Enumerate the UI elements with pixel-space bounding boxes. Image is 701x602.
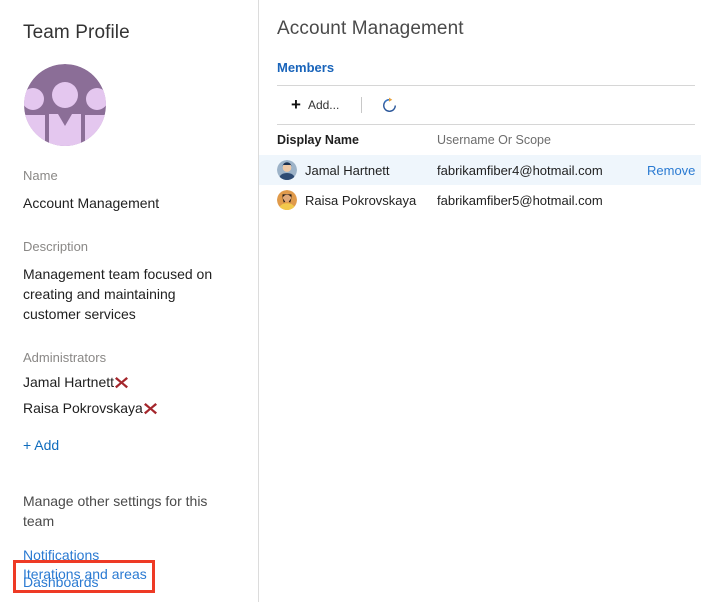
manage-settings-text: Manage other settings for this team	[23, 493, 208, 529]
cell-display-name: Raisa Pokrovskaya	[277, 190, 437, 210]
remove-member-link[interactable]: Remove	[647, 163, 701, 178]
members-toolbar: + Add...	[277, 86, 695, 124]
add-administrator-link[interactable]: + Add	[23, 437, 59, 453]
administrator-name: Jamal Hartnett	[23, 374, 115, 390]
sidebar-item-notifications[interactable]: Notifications	[23, 547, 99, 564]
remove-x-icon[interactable]	[114, 375, 129, 390]
cell-username: fabrikamfiber5@hotmail.com	[437, 192, 603, 208]
column-header-username-or-scope: Username Or Scope	[437, 133, 551, 147]
column-header-display-name: Display Name	[277, 133, 359, 147]
administrator-name: Raisa Pokrovskaya	[23, 400, 143, 416]
description-label: Description	[23, 239, 89, 254]
administrators-label: Administrators	[23, 350, 107, 365]
team-avatar-icon	[24, 64, 106, 146]
tab-members[interactable]: Members	[277, 60, 334, 77]
user-avatar-icon	[277, 160, 297, 180]
add-member-button[interactable]: + Add...	[289, 94, 345, 116]
cell-username: fabrikamfiber4@hotmail.com	[437, 162, 603, 178]
members-table: Display Name Username Or Scope Jamal Har…	[259, 125, 701, 215]
refresh-icon	[382, 97, 396, 112]
table-row[interactable]: Jamal Hartnett fabrikamfiber4@hotmail.co…	[259, 155, 701, 185]
account-management-panel: Account Management Members + Add... Disp…	[259, 0, 701, 602]
name-value: Account Management	[23, 195, 160, 211]
toolbar-divider	[361, 97, 363, 113]
remove-x-glyph	[143, 403, 157, 415]
administrator-item: Jamal Hartnett	[23, 374, 238, 391]
display-name-text: Jamal Hartnett	[305, 162, 390, 178]
table-row[interactable]: Raisa Pokrovskaya fabrikamfiber5@hotmail…	[259, 185, 701, 215]
pivot-bar: Members	[259, 59, 701, 77]
administrator-item: Raisa Pokrovskaya	[23, 400, 238, 417]
add-member-label: Add...	[307, 98, 340, 112]
plus-icon: +	[291, 95, 301, 114]
name-label: Name	[23, 168, 58, 183]
table-header-row: Display Name Username Or Scope	[259, 125, 701, 155]
sidebar-item-iterations-and-areas[interactable]: Iterations and areas	[23, 566, 147, 583]
remove-x-glyph	[115, 377, 129, 389]
team-profile-sidebar: Team Profile Name Account Management Des…	[0, 0, 259, 602]
team-profile-page: Team Profile Name Account Management Des…	[0, 0, 701, 602]
page-title: Team Profile	[23, 22, 130, 43]
remove-x-icon[interactable]	[143, 401, 158, 416]
display-name-text: Raisa Pokrovskaya	[305, 192, 417, 208]
panel-title: Account Management	[277, 18, 464, 39]
cell-display-name: Jamal Hartnett	[277, 160, 437, 180]
refresh-button[interactable]	[378, 94, 400, 116]
user-avatar-icon	[277, 190, 297, 210]
team-avatar[interactable]	[24, 64, 238, 146]
description-value: Management team focused on creating and …	[23, 266, 213, 322]
